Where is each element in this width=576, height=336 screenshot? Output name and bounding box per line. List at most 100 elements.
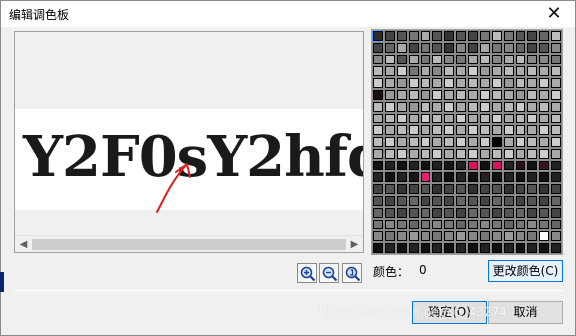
palette-color-cell[interactable]	[551, 243, 561, 253]
palette-color-cell[interactable]	[432, 231, 443, 242]
palette-color-cell[interactable]	[468, 148, 478, 159]
palette-color-cell[interactable]	[503, 207, 514, 218]
palette-color-cell[interactable]	[456, 231, 466, 242]
palette-color-cell[interactable]	[491, 125, 502, 136]
palette-color-cell[interactable]	[420, 219, 431, 230]
palette-color-cell[interactable]	[432, 66, 443, 77]
palette-color-cell[interactable]	[539, 219, 550, 230]
palette-color-cell[interactable]	[373, 160, 383, 171]
palette-color-cell[interactable]	[396, 243, 407, 253]
palette-color-cell[interactable]	[491, 89, 502, 100]
palette-color-cell[interactable]	[456, 42, 466, 53]
palette-color-cell[interactable]	[408, 113, 419, 124]
palette-color-cell[interactable]	[384, 89, 395, 100]
palette-color-cell[interactable]	[456, 184, 466, 195]
palette-color-cell[interactable]	[503, 66, 514, 77]
palette-color-cell[interactable]	[539, 231, 550, 242]
palette-color-cell[interactable]	[444, 184, 455, 195]
palette-color-cell[interactable]	[479, 66, 490, 77]
palette-color-cell[interactable]	[384, 219, 395, 230]
palette-color-cell[interactable]	[432, 196, 443, 206]
scroll-right-icon[interactable]: ▶	[346, 236, 363, 253]
palette-color-cell[interactable]	[396, 89, 407, 100]
palette-color-cell[interactable]	[456, 125, 466, 136]
palette-color-cell[interactable]	[515, 54, 526, 65]
palette-color-cell[interactable]	[384, 243, 395, 253]
palette-color-cell[interactable]	[373, 42, 383, 53]
palette-color-cell[interactable]	[396, 172, 407, 183]
palette-color-cell[interactable]	[491, 184, 502, 195]
palette-color-cell[interactable]	[468, 125, 478, 136]
palette-color-cell[interactable]	[551, 125, 561, 136]
palette-color-cell[interactable]	[456, 31, 466, 41]
palette-color-cell[interactable]	[479, 172, 490, 183]
palette-color-cell[interactable]	[503, 243, 514, 253]
palette-color-cell[interactable]	[539, 42, 550, 53]
palette-color-cell[interactable]	[456, 243, 466, 253]
palette-color-cell[interactable]	[373, 137, 383, 147]
palette-color-cell[interactable]	[527, 113, 538, 124]
palette-color-cell[interactable]	[432, 89, 443, 100]
palette-color-cell[interactable]	[408, 172, 419, 183]
palette-color-cell[interactable]	[396, 148, 407, 159]
palette-color-cell[interactable]	[432, 42, 443, 53]
palette-color-cell[interactable]	[432, 101, 443, 112]
palette-color-cell[interactable]	[384, 42, 395, 53]
palette-color-cell[interactable]	[468, 137, 478, 147]
palette-color-cell[interactable]	[503, 31, 514, 41]
zoom-fit-button[interactable]	[342, 263, 362, 283]
palette-color-cell[interactable]	[420, 231, 431, 242]
palette-color-cell[interactable]	[384, 160, 395, 171]
palette-color-cell[interactable]	[515, 31, 526, 41]
palette-color-cell[interactable]	[515, 89, 526, 100]
palette-color-cell[interactable]	[539, 113, 550, 124]
palette-color-cell[interactable]	[527, 160, 538, 171]
palette-color-cell[interactable]	[396, 31, 407, 41]
palette-color-cell[interactable]	[491, 31, 502, 41]
palette-color-cell[interactable]	[503, 172, 514, 183]
palette-color-cell[interactable]	[491, 42, 502, 53]
palette-color-cell[interactable]	[479, 160, 490, 171]
palette-color-cell[interactable]	[479, 243, 490, 253]
palette-color-cell[interactable]	[444, 125, 455, 136]
palette-color-cell[interactable]	[420, 207, 431, 218]
palette-color-cell[interactable]	[468, 31, 478, 41]
palette-color-cell[interactable]	[384, 172, 395, 183]
palette-color-cell[interactable]	[515, 160, 526, 171]
palette-color-cell[interactable]	[420, 172, 431, 183]
palette-color-cell[interactable]	[551, 137, 561, 147]
palette-color-cell[interactable]	[539, 101, 550, 112]
palette-color-cell[interactable]	[408, 243, 419, 253]
palette-color-cell[interactable]	[420, 137, 431, 147]
palette-color-cell[interactable]	[420, 78, 431, 88]
palette-color-cell[interactable]	[468, 66, 478, 77]
palette-color-cell[interactable]	[456, 66, 466, 77]
palette-color-cell[interactable]	[527, 137, 538, 147]
palette-color-cell[interactable]	[468, 160, 478, 171]
palette-color-cell[interactable]	[551, 66, 561, 77]
palette-color-cell[interactable]	[527, 42, 538, 53]
palette-color-cell[interactable]	[408, 101, 419, 112]
palette-color-cell[interactable]	[456, 89, 466, 100]
palette-color-cell[interactable]	[539, 160, 550, 171]
palette-color-cell[interactable]	[515, 184, 526, 195]
palette-color-cell[interactable]	[551, 113, 561, 124]
palette-color-cell[interactable]	[515, 101, 526, 112]
palette-color-cell[interactable]	[491, 207, 502, 218]
palette-color-cell[interactable]	[503, 160, 514, 171]
palette-color-cell[interactable]	[396, 125, 407, 136]
palette-color-cell[interactable]	[373, 113, 383, 124]
palette-color-cell[interactable]	[527, 54, 538, 65]
palette-color-cell[interactable]	[468, 172, 478, 183]
palette-color-cell[interactable]	[539, 66, 550, 77]
palette-color-cell[interactable]	[420, 42, 431, 53]
palette-color-cell[interactable]	[515, 78, 526, 88]
palette-color-cell[interactable]	[551, 160, 561, 171]
palette-color-cell[interactable]	[503, 219, 514, 230]
palette-color-cell[interactable]	[491, 160, 502, 171]
palette-color-cell[interactable]	[373, 54, 383, 65]
palette-color-cell[interactable]	[396, 42, 407, 53]
palette-color-cell[interactable]	[527, 196, 538, 206]
palette-color-cell[interactable]	[408, 207, 419, 218]
palette-color-cell[interactable]	[515, 231, 526, 242]
